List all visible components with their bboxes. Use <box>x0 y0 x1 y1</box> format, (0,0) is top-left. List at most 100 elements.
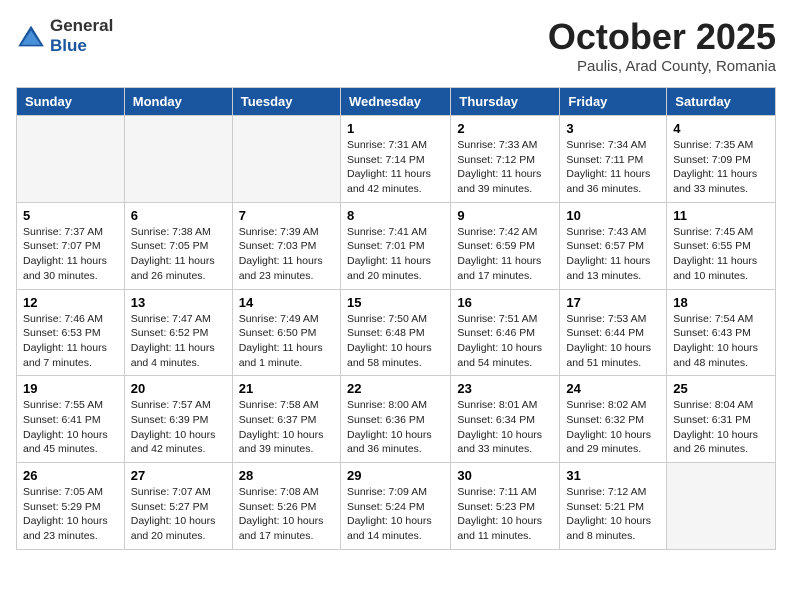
day-info: Sunrise: 7:47 AM Sunset: 6:52 PM Dayligh… <box>131 312 226 371</box>
calendar-week-row: 5 Sunrise: 7:37 AM Sunset: 7:07 PM Daylig… <box>17 202 776 289</box>
calendar-week-row: 1Sunrise: 7:31 AM Sunset: 7:14 PM Daylig… <box>17 116 776 203</box>
day-info: Sunrise: 7:42 AM Sunset: 6:59 PM Dayligh… <box>457 225 553 284</box>
calendar-cell: 23 Sunrise: 8:01 AM Sunset: 6:34 PM Dayli… <box>451 376 560 463</box>
calendar-cell <box>124 116 232 203</box>
calendar-week-row: 26 Sunrise: 7:05 AM Sunset: 5:29 PM Dayli… <box>17 463 776 550</box>
calendar-cell: 8Sunrise: 7:41 AM Sunset: 7:01 PM Daylig… <box>340 202 450 289</box>
day-number: 17 <box>566 295 660 310</box>
calendar-week-row: 19 Sunrise: 7:55 AM Sunset: 6:41 PM Dayli… <box>17 376 776 463</box>
day-number: 13 <box>131 295 226 310</box>
day-number: 20 <box>131 381 226 396</box>
calendar-week-row: 12Sunrise: 7:46 AM Sunset: 6:53 PM Dayli… <box>17 289 776 376</box>
weekday-header: Thursday <box>451 88 560 116</box>
day-number: 14 <box>239 295 334 310</box>
weekday-header: Wednesday <box>340 88 450 116</box>
day-number: 30 <box>457 468 553 483</box>
day-info: Sunrise: 7:38 AM Sunset: 7:05 PM Dayligh… <box>131 225 226 284</box>
calendar-cell: 21 Sunrise: 7:58 AM Sunset: 6:37 PM Dayli… <box>232 376 340 463</box>
logo-blue: Blue <box>50 36 87 55</box>
day-number: 4 <box>673 121 769 136</box>
day-number: 25 <box>673 381 769 396</box>
day-info: Sunrise: 7:12 AM Sunset: 5:21 PM Dayligh… <box>566 485 660 544</box>
calendar-cell: 2 Sunrise: 7:33 AM Sunset: 7:12 PM Daylig… <box>451 116 560 203</box>
calendar-cell: 9 Sunrise: 7:42 AM Sunset: 6:59 PM Daylig… <box>451 202 560 289</box>
day-info: Sunrise: 7:11 AM Sunset: 5:23 PM Dayligh… <box>457 485 553 544</box>
weekday-header: Friday <box>560 88 667 116</box>
day-number: 22 <box>347 381 444 396</box>
day-info: Sunrise: 7:07 AM Sunset: 5:27 PM Dayligh… <box>131 485 226 544</box>
day-number: 27 <box>131 468 226 483</box>
day-info: Sunrise: 8:02 AM Sunset: 6:32 PM Dayligh… <box>566 398 660 457</box>
day-info: Sunrise: 7:57 AM Sunset: 6:39 PM Dayligh… <box>131 398 226 457</box>
day-number: 10 <box>566 208 660 223</box>
day-number: 16 <box>457 295 553 310</box>
day-info: Sunrise: 7:35 AM Sunset: 7:09 PM Dayligh… <box>673 138 769 197</box>
day-info: Sunrise: 7:05 AM Sunset: 5:29 PM Dayligh… <box>23 485 118 544</box>
logo-general: General <box>50 16 113 35</box>
weekday-header: Tuesday <box>232 88 340 116</box>
weekday-header: Monday <box>124 88 232 116</box>
calendar-cell: 22 Sunrise: 8:00 AM Sunset: 6:36 PM Dayli… <box>340 376 450 463</box>
day-info: Sunrise: 7:49 AM Sunset: 6:50 PM Dayligh… <box>239 312 334 371</box>
calendar-cell: 20 Sunrise: 7:57 AM Sunset: 6:39 PM Dayli… <box>124 376 232 463</box>
day-info: Sunrise: 7:41 AM Sunset: 7:01 PM Dayligh… <box>347 225 444 284</box>
calendar-cell: 28 Sunrise: 7:08 AM Sunset: 5:26 PM Dayli… <box>232 463 340 550</box>
calendar-cell <box>17 116 125 203</box>
day-number: 31 <box>566 468 660 483</box>
day-info: Sunrise: 7:09 AM Sunset: 5:24 PM Dayligh… <box>347 485 444 544</box>
day-number: 18 <box>673 295 769 310</box>
day-info: Sunrise: 7:31 AM Sunset: 7:14 PM Dayligh… <box>347 138 444 197</box>
title-block: October 2025 Paulis, Arad County, Romani… <box>548 16 776 75</box>
calendar-cell: 1Sunrise: 7:31 AM Sunset: 7:14 PM Daylig… <box>340 116 450 203</box>
page-header: General Blue October 2025 Paulis, Arad C… <box>16 16 776 75</box>
day-info: Sunrise: 7:45 AM Sunset: 6:55 PM Dayligh… <box>673 225 769 284</box>
day-number: 12 <box>23 295 118 310</box>
day-info: Sunrise: 7:08 AM Sunset: 5:26 PM Dayligh… <box>239 485 334 544</box>
day-info: Sunrise: 7:37 AM Sunset: 7:07 PM Dayligh… <box>23 225 118 284</box>
day-info: Sunrise: 7:50 AM Sunset: 6:48 PM Dayligh… <box>347 312 444 371</box>
calendar-cell: 10Sunrise: 7:43 AM Sunset: 6:57 PM Dayli… <box>560 202 667 289</box>
calendar-cell: 31 Sunrise: 7:12 AM Sunset: 5:21 PM Dayli… <box>560 463 667 550</box>
day-info: Sunrise: 7:58 AM Sunset: 6:37 PM Dayligh… <box>239 398 334 457</box>
calendar-cell: 7Sunrise: 7:39 AM Sunset: 7:03 PM Daylig… <box>232 202 340 289</box>
month-title: October 2025 <box>548 16 776 58</box>
day-number: 28 <box>239 468 334 483</box>
location-title: Paulis, Arad County, Romania <box>548 58 776 75</box>
calendar-cell: 15Sunrise: 7:50 AM Sunset: 6:48 PM Dayli… <box>340 289 450 376</box>
day-number: 23 <box>457 381 553 396</box>
weekday-header: Sunday <box>17 88 125 116</box>
day-info: Sunrise: 8:01 AM Sunset: 6:34 PM Dayligh… <box>457 398 553 457</box>
day-number: 26 <box>23 468 118 483</box>
day-number: 2 <box>457 121 553 136</box>
calendar-cell: 18Sunrise: 7:54 AM Sunset: 6:43 PM Dayli… <box>667 289 776 376</box>
day-info: Sunrise: 8:00 AM Sunset: 6:36 PM Dayligh… <box>347 398 444 457</box>
day-number: 7 <box>239 208 334 223</box>
logo-icon <box>16 24 46 48</box>
day-number: 11 <box>673 208 769 223</box>
calendar-cell: 3 Sunrise: 7:34 AM Sunset: 7:11 PM Daylig… <box>560 116 667 203</box>
calendar-cell: 17 Sunrise: 7:53 AM Sunset: 6:44 PM Dayli… <box>560 289 667 376</box>
day-number: 6 <box>131 208 226 223</box>
day-number: 24 <box>566 381 660 396</box>
day-info: Sunrise: 7:53 AM Sunset: 6:44 PM Dayligh… <box>566 312 660 371</box>
calendar-cell: 13 Sunrise: 7:47 AM Sunset: 6:52 PM Dayli… <box>124 289 232 376</box>
calendar-cell: 30 Sunrise: 7:11 AM Sunset: 5:23 PM Dayli… <box>451 463 560 550</box>
day-info: Sunrise: 7:51 AM Sunset: 6:46 PM Dayligh… <box>457 312 553 371</box>
calendar-cell: 5 Sunrise: 7:37 AM Sunset: 7:07 PM Daylig… <box>17 202 125 289</box>
calendar-cell <box>232 116 340 203</box>
day-info: Sunrise: 7:34 AM Sunset: 7:11 PM Dayligh… <box>566 138 660 197</box>
day-info: Sunrise: 7:33 AM Sunset: 7:12 PM Dayligh… <box>457 138 553 197</box>
day-info: Sunrise: 7:55 AM Sunset: 6:41 PM Dayligh… <box>23 398 118 457</box>
calendar-cell: 14 Sunrise: 7:49 AM Sunset: 6:50 PM Dayli… <box>232 289 340 376</box>
day-number: 9 <box>457 208 553 223</box>
calendar-cell: 12Sunrise: 7:46 AM Sunset: 6:53 PM Dayli… <box>17 289 125 376</box>
calendar-cell: 16 Sunrise: 7:51 AM Sunset: 6:46 PM Dayli… <box>451 289 560 376</box>
day-number: 3 <box>566 121 660 136</box>
calendar-cell: 25 Sunrise: 8:04 AM Sunset: 6:31 PM Dayli… <box>667 376 776 463</box>
calendar-cell <box>667 463 776 550</box>
calendar-cell: 4 Sunrise: 7:35 AM Sunset: 7:09 PM Daylig… <box>667 116 776 203</box>
day-info: Sunrise: 8:04 AM Sunset: 6:31 PM Dayligh… <box>673 398 769 457</box>
day-number: 5 <box>23 208 118 223</box>
day-number: 19 <box>23 381 118 396</box>
day-number: 21 <box>239 381 334 396</box>
